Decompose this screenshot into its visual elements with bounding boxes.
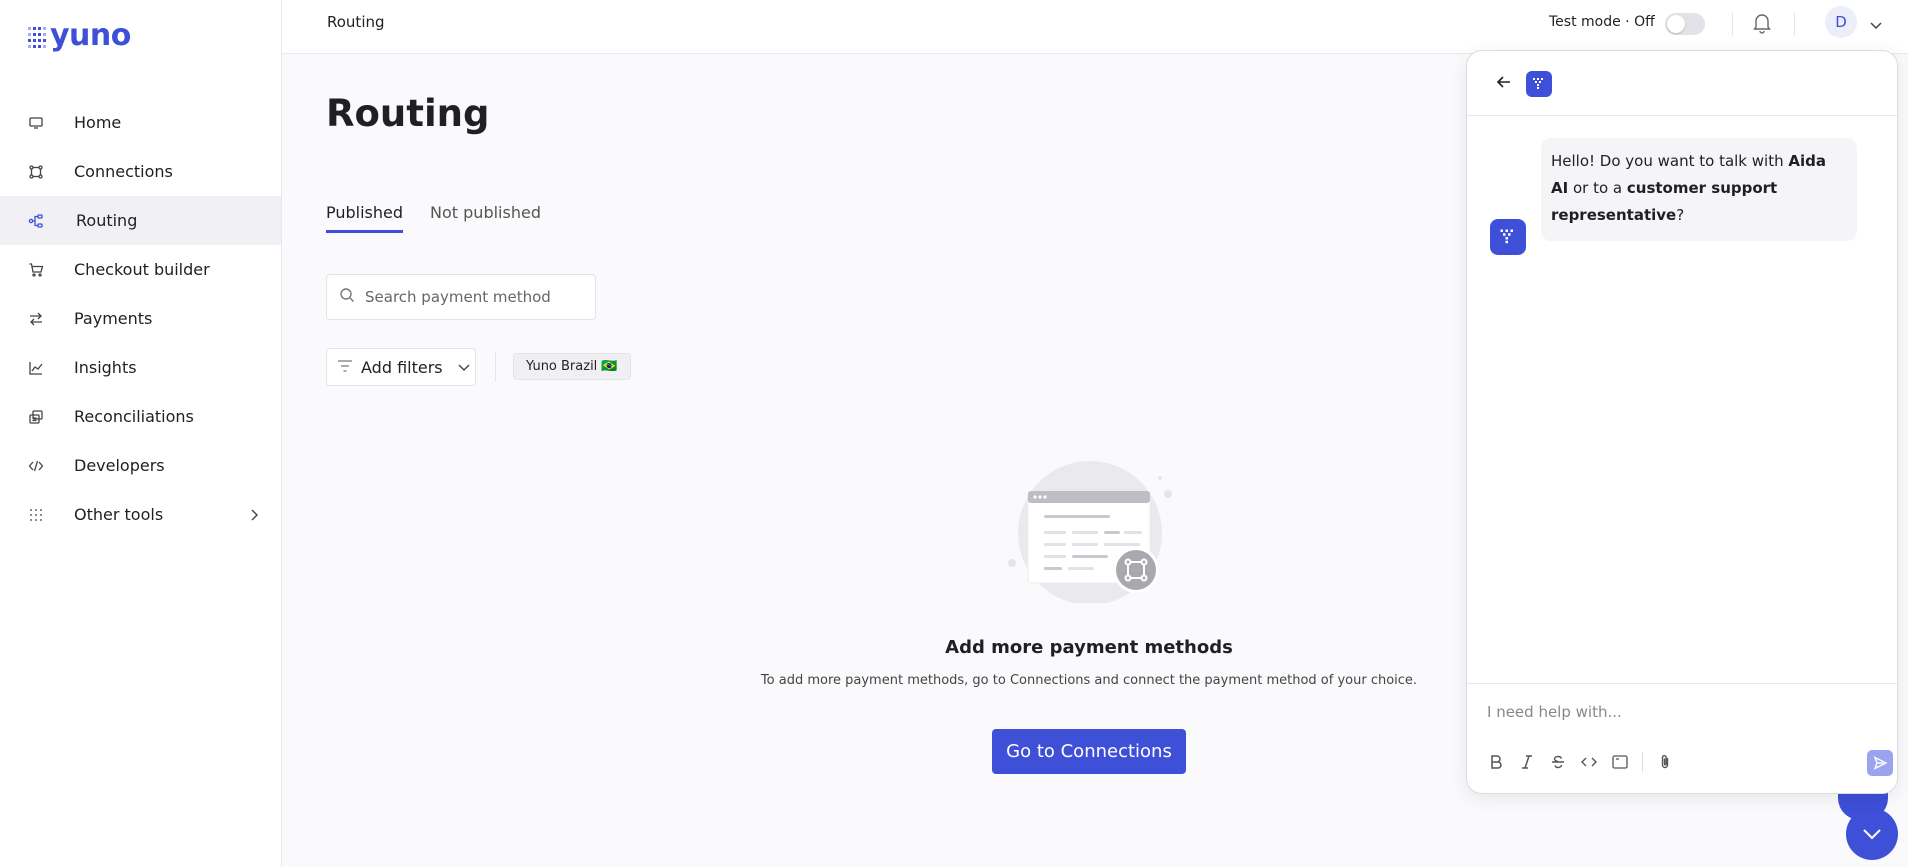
tab-published[interactable]: Published (326, 203, 404, 233)
filter-icon (337, 358, 353, 377)
divider (495, 352, 496, 382)
chat-header (1467, 51, 1897, 116)
monitor-icon (28, 115, 44, 131)
sidebar-item-payments[interactable]: Payments (0, 294, 281, 343)
avatar[interactable]: D (1825, 6, 1857, 38)
message-text: Hello! Do you want to talk with (1551, 152, 1789, 170)
add-filters-button[interactable]: Add filters (326, 348, 476, 386)
yuno-logo[interactable]: yuno (28, 18, 131, 53)
test-mode-toggle[interactable] (1665, 13, 1705, 35)
page-title: Routing (326, 92, 490, 135)
divider (1642, 752, 1643, 772)
reconcile-icon (28, 409, 44, 425)
sidebar-item-label: Reconciliations (74, 407, 194, 426)
sidebar-item-label: Home (74, 113, 122, 132)
chevron-right-icon (249, 507, 259, 526)
empty-state-illustration (1002, 458, 1172, 607)
sidebar-item-developers[interactable]: Developers (0, 441, 281, 490)
strikethrough-icon[interactable] (1549, 753, 1567, 771)
arrow-left-icon[interactable] (1495, 73, 1513, 95)
divider (1732, 12, 1733, 36)
bot-avatar (1490, 219, 1526, 255)
sidebar-item-label: Insights (74, 358, 137, 377)
go-to-connections-button[interactable]: Go to Connections (992, 729, 1186, 774)
code-block-icon[interactable] (1611, 753, 1629, 771)
sidebar-item-other-tools[interactable]: Other tools (0, 490, 281, 539)
logo-text: yuno (50, 18, 131, 53)
chevron-down-icon (457, 358, 471, 377)
message-text: ? (1676, 206, 1685, 224)
transfer-arrows-icon (28, 311, 44, 327)
attachment-icon[interactable] (1656, 753, 1674, 771)
bell-icon[interactable] (1752, 12, 1772, 38)
format-toolbar (1487, 752, 1674, 772)
bold-icon[interactable] (1487, 753, 1505, 771)
routing-icon (28, 213, 44, 229)
connections-icon (28, 164, 44, 180)
sidebar-nav: Home Connections Routing Checkout builde… (0, 98, 281, 539)
cart-icon (28, 262, 44, 278)
sidebar-item-label: Checkout builder (74, 260, 210, 279)
add-filters-label: Add filters (361, 357, 443, 377)
sidebar-item-label: Developers (74, 456, 165, 475)
tab-bar: Published Not published (326, 203, 541, 233)
send-button[interactable] (1867, 750, 1893, 776)
message-text: or to a (1568, 179, 1627, 197)
chat-message: Hello! Do you want to talk with Aida AI … (1541, 138, 1857, 241)
sidebar-item-insights[interactable]: Insights (0, 343, 281, 392)
sidebar-item-label: Connections (74, 162, 173, 181)
chart-icon (28, 360, 44, 376)
sidebar-item-checkout-builder[interactable]: Checkout builder (0, 245, 281, 294)
account-chip[interactable]: Yuno Brazil 🇧🇷 (513, 353, 631, 380)
yuno-bot-logo-icon (1526, 71, 1552, 97)
sidebar: yuno Home Connections Routing Checkout b… (0, 0, 282, 867)
logo-mark-icon (28, 26, 46, 49)
chat-composer (1467, 683, 1897, 793)
close-chat-button[interactable] (1846, 808, 1898, 860)
chevron-down-icon[interactable] (1869, 16, 1883, 35)
sidebar-item-reconciliations[interactable]: Reconciliations (0, 392, 281, 441)
search-input[interactable] (365, 288, 575, 306)
sidebar-item-routing[interactable]: Routing (0, 196, 281, 245)
test-mode-label: Test mode · Off (1549, 14, 1655, 30)
search-icon (339, 287, 355, 307)
italic-icon[interactable] (1518, 753, 1536, 771)
sidebar-item-label: Routing (76, 211, 138, 230)
sidebar-item-label: Payments (74, 309, 153, 328)
chat-input[interactable] (1487, 703, 1867, 721)
code-icon[interactable] (1580, 753, 1598, 771)
sidebar-item-home[interactable]: Home (0, 98, 281, 147)
topbar: Routing Test mode · Off D (282, 0, 1908, 54)
code-icon (28, 458, 44, 474)
sidebar-item-connections[interactable]: Connections (0, 147, 281, 196)
breadcrumb: Routing (327, 13, 385, 31)
tab-not-published[interactable]: Not published (430, 203, 541, 233)
search-box (326, 274, 596, 320)
grid-dots-icon (28, 507, 44, 523)
chat-panel: Hello! Do you want to talk with Aida AI … (1466, 50, 1898, 794)
divider (1794, 12, 1795, 36)
sidebar-item-label: Other tools (74, 505, 164, 524)
